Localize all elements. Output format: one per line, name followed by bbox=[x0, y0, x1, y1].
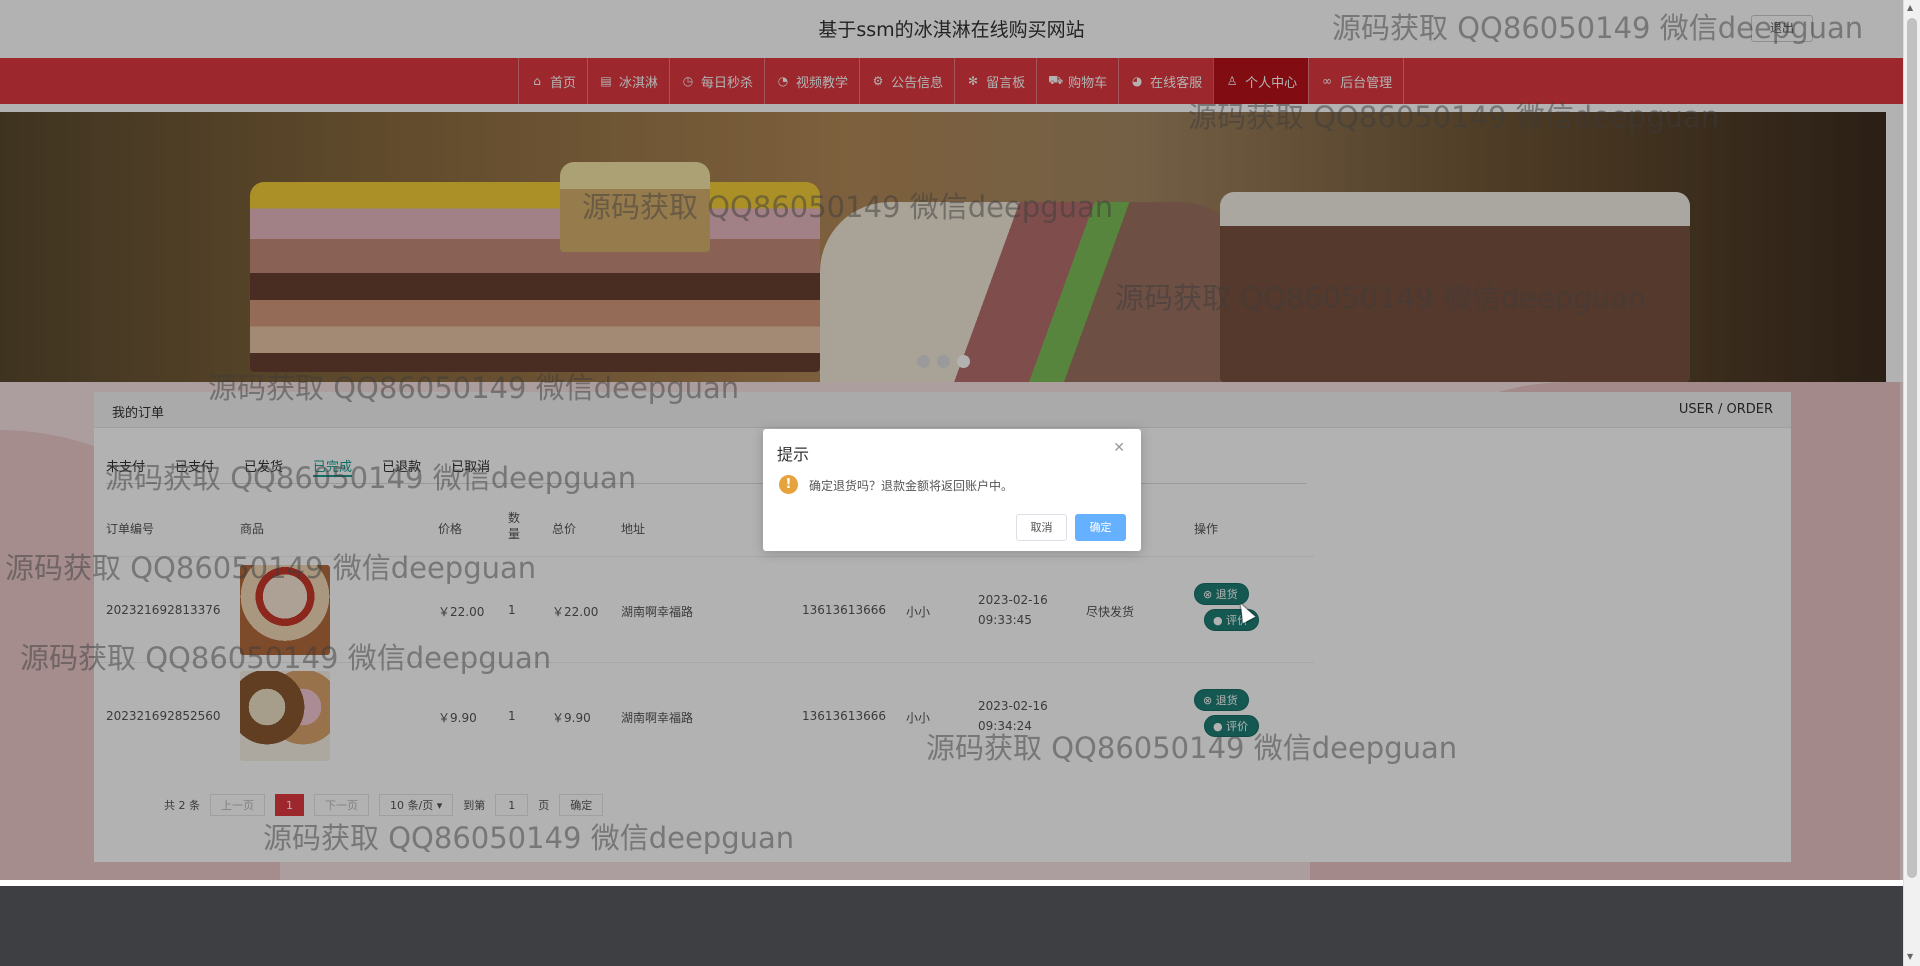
dialog-message: 确定退货吗？退款金额将返回账户中。 bbox=[809, 479, 1014, 493]
scroll-up-icon[interactable]: ▲ bbox=[1907, 3, 1913, 12]
page-scrollbar[interactable]: ▲ ▼ bbox=[1903, 0, 1920, 966]
page-footer bbox=[0, 886, 1903, 966]
confirm-dialog: 提示 ✕ ! 确定退货吗？退款金额将返回账户中。 取消 确定 bbox=[763, 429, 1141, 551]
dialog-confirm-button[interactable]: 确定 bbox=[1075, 514, 1126, 541]
warning-icon: ! bbox=[779, 475, 798, 494]
close-icon[interactable]: ✕ bbox=[1113, 440, 1125, 456]
dialog-cancel-button[interactable]: 取消 bbox=[1016, 514, 1067, 541]
scrollbar-thumb[interactable] bbox=[1907, 18, 1917, 878]
scroll-down-icon[interactable]: ▼ bbox=[1907, 952, 1913, 961]
dialog-title: 提示 bbox=[777, 445, 810, 464]
